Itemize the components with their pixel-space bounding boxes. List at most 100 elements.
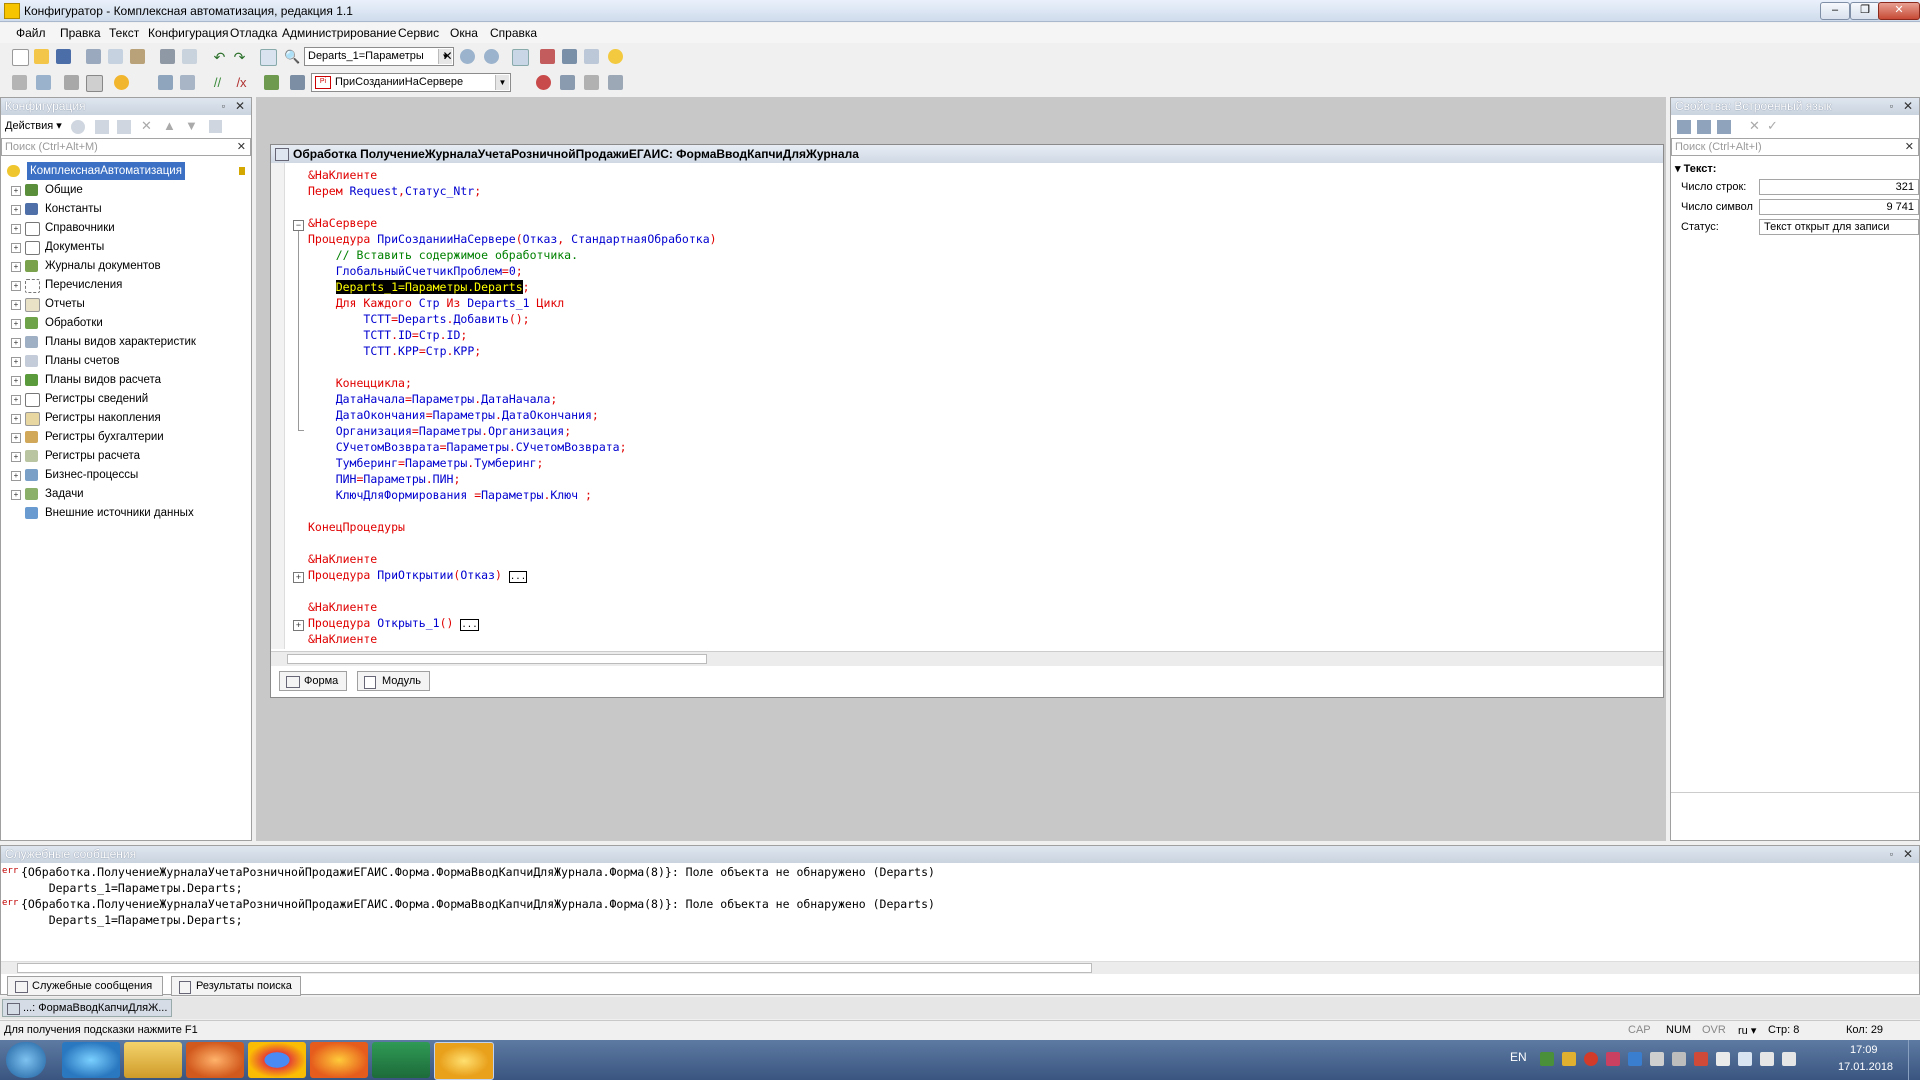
- search-icon[interactable]: 🔍: [284, 49, 300, 64]
- code-line[interactable]: &НаКлиенте: [308, 167, 377, 183]
- add-icon[interactable]: [71, 120, 85, 134]
- config-search-input[interactable]: Поиск (Ctrl+Alt+M) ✕: [1, 138, 251, 156]
- menu-text[interactable]: Текст: [109, 26, 139, 40]
- pin-icon[interactable]: ▫: [1890, 98, 1893, 115]
- tab-search-results[interactable]: Результаты поиска: [171, 976, 301, 996]
- actions-menu[interactable]: Действия ▾: [5, 119, 62, 132]
- step-icon[interactable]: [560, 75, 575, 90]
- tab-form[interactable]: Форма: [279, 671, 348, 691]
- find-prev-icon[interactable]: [484, 49, 499, 64]
- menu-debug[interactable]: Отладка: [230, 26, 277, 40]
- close-button[interactable]: ✕: [1878, 2, 1920, 20]
- tray-icon[interactable]: [1650, 1052, 1664, 1066]
- tray-icon[interactable]: [1694, 1052, 1708, 1066]
- tray-icon[interactable]: [1540, 1052, 1554, 1066]
- run-icon[interactable]: [114, 75, 129, 90]
- code-line[interactable]: ТСТТ.ID=Стр.ID;: [308, 327, 467, 343]
- code-line[interactable]: Процедура ПриСозданииНаСервере(Отказ, Ст…: [308, 231, 717, 247]
- volume-icon[interactable]: [1782, 1052, 1796, 1066]
- menu-windows[interactable]: Окна: [450, 26, 478, 40]
- module-icon[interactable]: [36, 75, 51, 90]
- expand-icon[interactable]: +: [11, 205, 21, 215]
- expand-icon[interactable]: +: [293, 620, 304, 631]
- code-line[interactable]: КлючДляФормирования =Параметры.Ключ ;: [308, 487, 592, 503]
- minimize-button[interactable]: –: [1820, 2, 1850, 20]
- edit-icon[interactable]: [95, 120, 109, 134]
- comment-icon[interactable]: //: [210, 75, 225, 90]
- cut-icon[interactable]: [86, 49, 101, 64]
- firefox-icon[interactable]: [310, 1042, 368, 1078]
- indent-icon[interactable]: [180, 75, 195, 90]
- expand-icon[interactable]: +: [11, 452, 21, 462]
- code-line[interactable]: ТСТТ=Departs.Добавить();: [308, 311, 529, 327]
- syntax-icon[interactable]: [584, 49, 599, 64]
- expand-icon[interactable]: +: [11, 414, 21, 424]
- sort-icon[interactable]: [209, 120, 222, 133]
- expand-icon[interactable]: +: [11, 262, 21, 272]
- find-next-icon[interactable]: [460, 49, 475, 64]
- copy-item-icon[interactable]: [117, 120, 131, 134]
- menu-file[interactable]: Файл: [16, 26, 46, 40]
- message-line[interactable]: {Обработка.ПолучениеЖурналаУчетаРознично…: [21, 896, 935, 912]
- window-tab-form[interactable]: ...: ФормаВводКапчиДляЖ...: [2, 999, 172, 1017]
- properties-search-input[interactable]: Поиск (Ctrl+Alt+I) ✕: [1671, 138, 1919, 156]
- message-line[interactable]: Departs_1=Параметры.Departs;: [21, 880, 243, 896]
- input-language[interactable]: EN: [1510, 1050, 1527, 1064]
- open-icon[interactable]: [34, 49, 49, 64]
- pin-icon[interactable]: ▫: [1890, 846, 1893, 863]
- expand-icon[interactable]: +: [11, 357, 21, 367]
- clear-icon[interactable]: ✕: [1749, 118, 1760, 134]
- tray-icon[interactable]: [1628, 1052, 1642, 1066]
- db-icon[interactable]: [64, 75, 79, 90]
- filter-icon[interactable]: [1717, 120, 1731, 134]
- down-icon[interactable]: ▼: [185, 118, 198, 133]
- paste-icon[interactable]: [130, 49, 145, 64]
- tray-icon[interactable]: [1606, 1052, 1620, 1066]
- menu-help[interactable]: Справка: [490, 26, 537, 40]
- code-line[interactable]: Тумберинг=Параметры.Тумберинг;: [308, 455, 544, 471]
- code-line[interactable]: Для Каждого Стр Из Departs_1 Цикл: [308, 295, 565, 311]
- sort-alpha-icon[interactable]: [1677, 120, 1691, 134]
- categories-icon[interactable]: [1697, 120, 1711, 134]
- expand-icon[interactable]: +: [11, 376, 21, 386]
- code-line[interactable]: &НаКлиенте: [308, 599, 377, 615]
- excel-icon[interactable]: [372, 1042, 430, 1078]
- undo-icon[interactable]: ↶: [212, 49, 227, 65]
- code-line[interactable]: ДатаОкончания=Параметры.ДатаОкончания;: [308, 407, 599, 423]
- clock-date[interactable]: 17.01.2018: [1838, 1061, 1893, 1073]
- code-line[interactable]: ТСТТ.КРР=Стр.КРР;: [308, 343, 481, 359]
- window-icon[interactable]: [512, 49, 529, 66]
- expand-icon[interactable]: +: [11, 433, 21, 443]
- expand-icon[interactable]: +: [11, 243, 21, 253]
- grid-icon[interactable]: [12, 75, 27, 90]
- code-line[interactable]: Процедура ПриОткрытии(Отказ) ...: [308, 567, 528, 583]
- redo-icon[interactable]: ↷: [232, 49, 247, 65]
- expand-icon[interactable]: +: [11, 224, 21, 234]
- expand-icon[interactable]: +: [11, 319, 21, 329]
- menu-admin[interactable]: Администрирование: [282, 26, 396, 40]
- code-line-selected[interactable]: Departs_1=Параметры.Departs;: [308, 279, 530, 295]
- close-icon[interactable]: ✕: [235, 98, 245, 115]
- tab-module[interactable]: Модуль: [357, 671, 430, 691]
- gear-icon[interactable]: [562, 49, 577, 64]
- code-line[interactable]: &НаКлиенте: [308, 551, 377, 567]
- chevron-down-icon[interactable]: ▼: [495, 75, 509, 90]
- messages-hscrollbar[interactable]: [1, 961, 1919, 974]
- locals-icon[interactable]: [608, 75, 623, 90]
- tray-icon[interactable]: [1738, 1052, 1752, 1066]
- code-line[interactable]: &НаКлиенте: [308, 631, 377, 647]
- start-orb-icon[interactable]: [6, 1042, 46, 1078]
- expand-icon[interactable]: +: [11, 186, 21, 196]
- search-combo[interactable]: Departs_1=Параметры ▼: [304, 47, 454, 66]
- table-icon[interactable]: [86, 75, 103, 92]
- save-icon[interactable]: [56, 49, 71, 64]
- clock-time[interactable]: 17:09: [1850, 1044, 1878, 1056]
- menu-config[interactable]: Конфигурация: [148, 26, 229, 40]
- explorer-icon[interactable]: [124, 1042, 182, 1078]
- clear-search-icon[interactable]: ✕: [1905, 139, 1914, 155]
- code-line[interactable]: Перем Request,Статус_Ntr;: [308, 183, 481, 199]
- breakpoint-icon[interactable]: [536, 75, 551, 90]
- delete-icon[interactable]: ✕: [141, 118, 152, 134]
- code-line[interactable]: ГлобальныйСчетчикПроблем=0;: [308, 263, 523, 279]
- collapse-icon[interactable]: −: [293, 220, 304, 231]
